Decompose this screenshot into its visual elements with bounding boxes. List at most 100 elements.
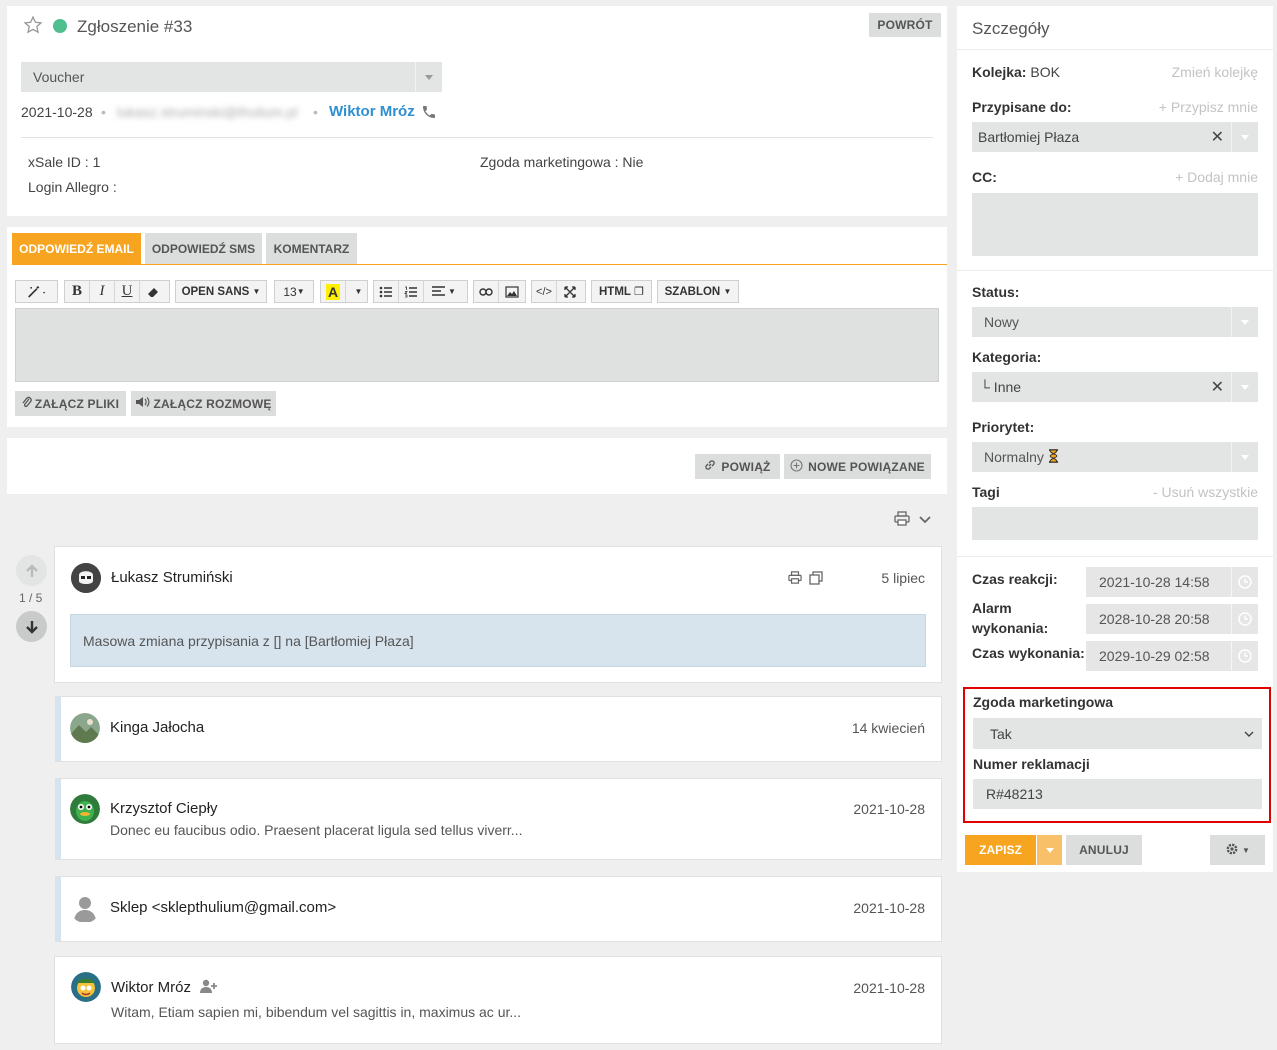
priority-select[interactable]: Normalny — [972, 442, 1258, 472]
separator-dot-icon: • — [101, 104, 106, 120]
chevron-down-icon[interactable] — [918, 512, 932, 528]
attach-files-button[interactable]: ZAŁĄCZ PLIKI — [15, 391, 126, 416]
clock-icon[interactable] — [1231, 604, 1258, 634]
template-dropdown[interactable]: SZABLON ▼ — [657, 280, 739, 303]
toolbar-list-group: ▼ — [373, 280, 468, 303]
html-button[interactable]: HTML ❐ — [591, 280, 652, 303]
caret-down-icon — [1045, 847, 1054, 853]
add-me-link[interactable]: + Dodaj mnie — [1175, 169, 1258, 185]
assign-me-link[interactable]: + Przypisz mnie — [1159, 99, 1258, 115]
copy-icon[interactable] — [809, 571, 823, 588]
message-date: 14 kwiecień — [851, 720, 925, 736]
message-card[interactable]: Kinga Jałocha 14 kwiecień — [55, 696, 942, 762]
chevron-down-icon — [415, 62, 442, 92]
clock-icon[interactable] — [1231, 567, 1258, 597]
magic-wand-icon[interactable] — [16, 281, 57, 302]
tab-comment[interactable]: KOMENTARZ — [266, 233, 357, 264]
divider — [957, 49, 1273, 50]
align-dropdown-icon[interactable]: ▼ — [424, 281, 464, 302]
cc-input[interactable] — [972, 193, 1258, 256]
exec-time-input[interactable]: 2029-10-29 02:58 — [1086, 641, 1258, 671]
complaint-number-input[interactable]: R#48213 — [973, 779, 1262, 809]
caret-down-icon: ▼ — [252, 287, 261, 296]
ticket-type-value: Voucher — [33, 69, 85, 85]
status-value: Nowy — [984, 314, 1020, 330]
code-icon[interactable]: </> — [532, 281, 557, 302]
attach-call-label: ZAŁĄCZ ROZMOWĘ — [153, 396, 272, 411]
message-card[interactable]: Łukasz Strumiński 5 lipiec Masowa zmiana… — [54, 546, 942, 683]
tags-input[interactable] — [972, 507, 1258, 540]
italic-icon[interactable]: I — [90, 281, 115, 302]
reaction-time-value: 2021-10-28 14:58 — [1099, 574, 1210, 590]
remove-all-tags-link[interactable]: - Usuń wszystkie — [1153, 484, 1258, 500]
ticket-type-select[interactable]: Voucher — [21, 62, 442, 92]
tab-reply-email[interactable]: ODPOWIEDŹ EMAIL — [12, 233, 141, 264]
reaction-time-input[interactable]: 2021-10-28 14:58 — [1086, 567, 1258, 597]
category-select[interactable]: └ Inne ✕ — [972, 372, 1258, 402]
message-snippet: Witam, Etiam sapien mi, bibendum vel sag… — [111, 1004, 522, 1020]
message-card[interactable]: Sklep <sklepthulium@gmail.com> 2021-10-2… — [55, 876, 942, 942]
text-color-icon[interactable]: A — [321, 281, 346, 302]
link-icon[interactable] — [474, 281, 499, 302]
eraser-icon[interactable] — [140, 281, 165, 302]
phone-icon[interactable] — [421, 104, 437, 123]
marketing-consent-label: Zgoda marketingowa — [973, 694, 1114, 710]
print-icon[interactable] — [788, 571, 802, 587]
marketing-consent-select[interactable]: Tak — [973, 718, 1262, 749]
assigned-select[interactable]: Bartłomiej Płaza ✕ — [972, 122, 1258, 152]
font-family-label: OPEN SANS ▼ — [176, 281, 266, 302]
settings-dropdown-button[interactable]: ▼ — [1210, 835, 1265, 865]
message-snippet: Donec eu faucibus odio. Praesent placera… — [110, 822, 523, 838]
ticket-title: Zgłoszenie #33 — [77, 17, 193, 36]
thread-counter: 1 / 5 — [19, 591, 43, 605]
contact-name-link[interactable]: Wiktor Mróz — [329, 103, 415, 120]
link-icon — [704, 459, 716, 474]
link-ticket-button[interactable]: POWIĄŻ — [695, 454, 780, 479]
print-icon[interactable] — [894, 511, 910, 529]
status-label: Status: — [972, 284, 1020, 300]
message-card[interactable]: Krzysztof Ciepły 2021-10-28 Donec eu fau… — [55, 778, 942, 860]
bullet-list-icon[interactable] — [374, 281, 399, 302]
attach-files-label: ZAŁĄCZ PLIKI — [34, 396, 120, 411]
contact-email-blurred: lukasz.struminski@thulium.pl — [117, 104, 298, 120]
image-icon[interactable] — [499, 281, 524, 302]
tab-reply-sms[interactable]: ODPOWIEDŹ SMS — [145, 233, 262, 264]
alarm-input[interactable]: 2028-10-28 20:58 — [1086, 604, 1258, 634]
message-author: Kinga Jałocha — [110, 719, 205, 736]
alarm-value: 2028-10-28 20:58 — [1099, 611, 1210, 627]
font-size-dropdown[interactable]: 13 ▼ — [274, 280, 314, 303]
change-queue-link[interactable]: Zmień kolejkę — [1172, 64, 1258, 80]
field-marketing: Zgoda marketingowa : Nie — [480, 154, 644, 170]
numbered-list-icon[interactable] — [399, 281, 424, 302]
arrow-up-icon[interactable] — [16, 555, 47, 586]
ticket-date: 2021-10-28 — [21, 104, 93, 120]
underline-icon[interactable]: U — [115, 281, 140, 302]
clock-icon[interactable] — [1231, 641, 1258, 671]
assigned-label: Przypisane do: — [972, 99, 1072, 115]
save-options-dropdown[interactable] — [1037, 835, 1062, 865]
save-button[interactable]: ZAPISZ — [965, 835, 1036, 865]
cancel-button[interactable]: ANULUJ — [1066, 835, 1142, 865]
font-family-dropdown[interactable]: OPEN SANS ▼ — [175, 280, 267, 303]
email-editor[interactable] — [15, 308, 939, 382]
status-dot-icon — [53, 19, 67, 33]
fullscreen-icon[interactable] — [557, 281, 582, 302]
arrow-down-icon[interactable] — [16, 611, 47, 642]
complaint-number-label: Numer reklamacji — [973, 756, 1090, 772]
message-card[interactable]: Wiktor Mróz 2021-10-28 Witam, Etiam sapi… — [54, 956, 942, 1044]
new-related-button[interactable]: NOWE POWIĄZANE — [784, 454, 931, 479]
clear-icon[interactable]: ✕ — [1211, 377, 1224, 397]
bold-icon[interactable]: B — [65, 281, 90, 302]
back-button[interactable]: POWRÓT — [869, 13, 941, 37]
chevron-down-icon — [1231, 307, 1258, 337]
caret-down-icon[interactable]: ▼ — [346, 281, 371, 302]
avatar — [71, 563, 101, 593]
star-icon[interactable] — [23, 15, 43, 38]
clear-icon[interactable]: ✕ — [1211, 127, 1224, 147]
gear-icon — [1225, 842, 1239, 859]
avatar — [70, 893, 100, 923]
divider — [21, 137, 933, 138]
attach-call-button[interactable]: ZAŁĄCZ ROZMOWĘ — [131, 391, 276, 416]
status-select[interactable]: Nowy — [972, 307, 1258, 337]
divider — [957, 270, 1273, 271]
